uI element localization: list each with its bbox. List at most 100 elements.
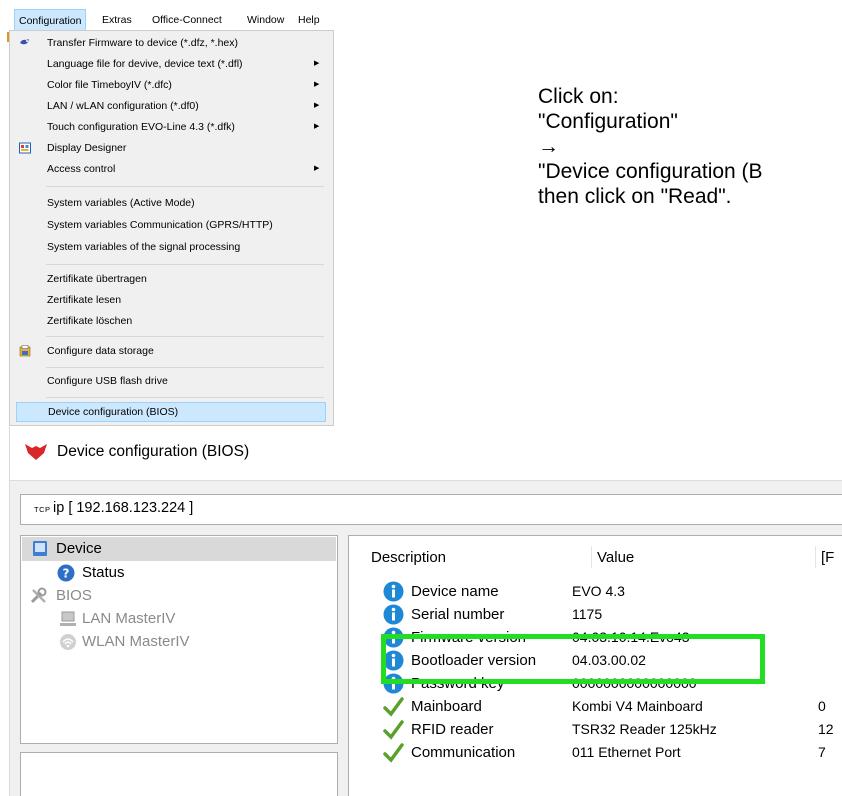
submenu-arrow-icon: ▶ — [314, 165, 320, 172]
row-description: Communication — [411, 744, 516, 761]
menu-item-system-variables-active-mode[interactable]: System variables (Active Mode) — [16, 193, 326, 213]
table-row[interactable]: Mainboard Kombi V4 Mainboard 0 — [349, 695, 842, 718]
row-extra: 0 — [818, 698, 826, 714]
menu-office-connect[interactable]: Office-Connect — [148, 9, 226, 31]
menu-window[interactable]: Window — [243, 9, 288, 31]
menu-item-configure-usb-flash-drive[interactable]: Configure USB flash drive — [16, 371, 326, 391]
submenu-arrow-icon: ▶ — [314, 102, 320, 109]
menu-item-transfer-firmware[interactable]: Transfer Firmware to device (*.dfz, *.he… — [16, 33, 326, 53]
tree-item-lan-masteriv[interactable]: LAN MasterIV — [22, 607, 336, 631]
tree-item-label: LAN MasterIV — [82, 610, 176, 627]
menu-item-label: Access control — [47, 163, 116, 175]
check-icon — [383, 743, 404, 763]
row-value: 011 Ethernet Port — [572, 744, 681, 760]
annotation-arrow: → — [538, 135, 559, 158]
firmware-version-highlight — [381, 634, 765, 684]
connection-bar[interactable]: TCP ip [ 192.168.123.224 ] — [20, 494, 842, 525]
row-value: EVO 4.3 — [572, 583, 625, 599]
row-extra: 12 — [818, 721, 834, 737]
menu-item-label: Zertifikate lesen — [47, 294, 122, 306]
table-row[interactable]: Device name EVO 4.3 — [349, 580, 842, 603]
instruction-annotation: Click on: "Configuration" → "Device conf… — [538, 84, 763, 209]
tree-secondary-panel — [20, 752, 338, 796]
menu-item-zertifikate-lesen[interactable]: Zertifikate lesen — [16, 290, 326, 310]
menu-item-device-configuration-bios[interactable]: Device configuration (BIOS) — [16, 402, 326, 422]
column-divider[interactable] — [591, 546, 592, 568]
lan-icon — [60, 611, 76, 626]
menu-item-access-control[interactable]: Access control ▶ — [16, 159, 326, 179]
menu-item-label: Transfer Firmware to device (*.dfz, *.he… — [47, 37, 238, 49]
tree-item-status[interactable]: ? Status — [22, 561, 336, 585]
menu-item-label: LAN / wLAN configuration (*.df0) — [47, 100, 199, 112]
tree-item-wlan-masteriv[interactable]: WLAN MasterIV — [22, 630, 336, 654]
menu-item-label: Display Designer — [47, 142, 127, 154]
menu-item-label: Language file for devive, device text (*… — [47, 58, 243, 70]
menu-separator — [46, 367, 324, 368]
menu-item-lan-wlan-configuration[interactable]: LAN / wLAN configuration (*.df0) ▶ — [16, 96, 326, 116]
info-icon — [383, 581, 404, 602]
column-header-description[interactable]: Description — [371, 549, 446, 573]
tools-icon — [30, 587, 47, 604]
connection-address: ip [ 192.168.123.224 ] — [53, 500, 194, 516]
table-row[interactable]: Serial number 1175 — [349, 603, 842, 626]
row-value: 1175 — [572, 606, 603, 622]
info-icon — [383, 604, 404, 625]
menu-separator — [46, 264, 324, 265]
menu-item-display-designer[interactable]: Display Designer — [16, 138, 326, 158]
row-description: Serial number — [411, 606, 505, 623]
menu-item-label: Color file TimeboyIV (*.dfc) — [47, 79, 172, 91]
submenu-arrow-icon: ▶ — [314, 81, 320, 88]
menu-item-touch-configuration[interactable]: Touch configuration EVO-Line 4.3 (*.dfk)… — [16, 117, 326, 137]
menu-item-label: Configure data storage — [47, 345, 154, 357]
menu-item-system-variables-signal-processing[interactable]: System variables of the signal processin… — [16, 237, 326, 257]
data-storage-icon — [19, 345, 31, 357]
menu-item-label: Device configuration (BIOS) — [48, 406, 179, 418]
submenu-arrow-icon: ▶ — [314, 123, 320, 130]
menu-item-configure-data-storage[interactable]: Configure data storage — [16, 341, 326, 361]
menu-item-zertifikate-loeschen[interactable]: Zertifikate löschen — [16, 311, 326, 331]
menu-item-label: Configure USB flash drive — [47, 375, 168, 387]
tree-item-label: Status — [82, 564, 125, 581]
display-designer-icon — [19, 142, 31, 154]
device-icon — [33, 541, 47, 556]
menu-separator — [46, 336, 324, 337]
check-icon — [383, 697, 404, 717]
firmware-transfer-icon — [20, 39, 29, 45]
navigation-tree: Device ? Status BIOS LAN MasterIV WLAN M… — [20, 535, 338, 744]
connection-protocol: TCP — [34, 505, 51, 514]
row-extra: 7 — [818, 744, 826, 760]
check-icon — [383, 720, 404, 740]
svg-text:?: ? — [63, 567, 70, 581]
menu-item-label: System variables (Active Mode) — [47, 197, 195, 209]
menu-item-label: Zertifikate übertragen — [47, 273, 147, 285]
wlan-icon — [60, 634, 76, 650]
menu-item-label: System variables Communication (GPRS/HTT… — [47, 219, 273, 231]
menu-extras[interactable]: Extras — [98, 9, 136, 31]
menu-item-system-variables-communication[interactable]: System variables Communication (GPRS/HTT… — [16, 215, 326, 235]
tree-item-label: Device — [56, 540, 102, 557]
menu-item-language-file[interactable]: Language file for devive, device text (*… — [16, 54, 326, 74]
table-row[interactable]: Communication 011 Ethernet Port 7 — [349, 741, 842, 764]
menu-separator — [46, 186, 324, 187]
column-header-value[interactable]: Value — [597, 549, 634, 573]
row-description: Device name — [411, 583, 499, 600]
menu-bar: Configuration Extras Office-Connect Wind… — [0, 0, 340, 31]
menu-item-zertifikate-uebertragen[interactable]: Zertifikate übertragen — [16, 269, 326, 289]
menu-item-color-file[interactable]: Color file TimeboyIV (*.dfc) ▶ — [16, 75, 326, 95]
column-header-extra[interactable]: [F — [821, 549, 834, 573]
device-configuration-dialog: Device configuration (BIOS) TCP ip [ 192… — [9, 427, 842, 796]
row-description: RFID reader — [411, 721, 494, 738]
menu-help[interactable]: Help — [294, 9, 324, 31]
tree-item-bios[interactable]: BIOS — [22, 584, 336, 608]
table-row[interactable]: RFID reader TSR32 Reader 125kHz 12 — [349, 718, 842, 741]
menu-item-label: Touch configuration EVO-Line 4.3 (*.dfk) — [47, 121, 235, 133]
tree-item-device[interactable]: Device — [22, 537, 336, 561]
configuration-dropdown-menu: Transfer Firmware to device (*.dfz, *.he… — [9, 30, 334, 426]
column-divider[interactable] — [815, 546, 816, 568]
submenu-arrow-icon: ▶ — [314, 60, 320, 67]
help-circle-icon: ? — [57, 564, 75, 582]
menu-configuration[interactable]: Configuration — [14, 9, 87, 31]
row-value: Kombi V4 Mainboard — [572, 698, 703, 714]
menu-item-label: System variables of the signal processin… — [47, 241, 241, 253]
dialog-title: Device configuration (BIOS) — [57, 443, 250, 460]
